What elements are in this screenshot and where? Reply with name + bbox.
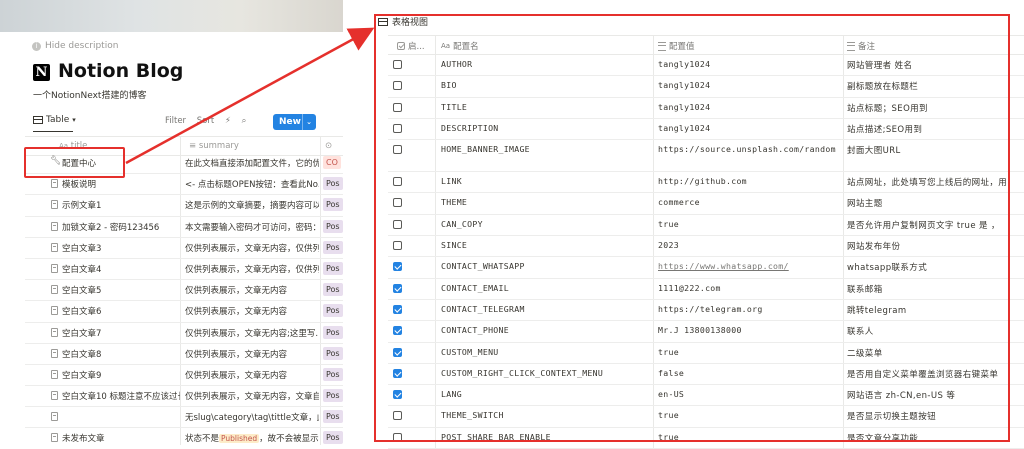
filter-button[interactable]: Filter [165,116,186,126]
row-summary: 无slug\category\tag\tittle文章，此... [185,413,319,424]
row-title[interactable]: 空白文章10 标题注意不应该过长... [62,390,180,402]
table-icon [33,116,43,124]
notion-database-panel: i Hide description N Notion Blog 一个Notio… [0,0,343,445]
row-type-tag: Pos [323,410,343,424]
status-badge: Published [219,434,260,444]
row-type-tag: Pos [323,198,343,212]
row-type-tag: Pos [323,240,343,254]
row-title[interactable]: 空白文章4 [62,263,180,275]
doc-icon [51,242,58,252]
hide-description-label: Hide description [45,41,119,51]
notion-logo-icon: N [33,64,50,81]
tab-table-view[interactable]: Table ▾ [33,115,76,125]
table-row[interactable]: 未发布文章 状态不是 Published ，故不会被显示 Pos [25,428,343,445]
highlight-box-config-center [24,147,125,178]
row-type-tag: Pos [323,261,343,275]
row-summary: 仅供列表展示，文章无内容，仅供列... [185,264,319,275]
row-title[interactable]: 示例文章1 [62,199,180,211]
table-row[interactable]: 加锁文章2 - 密码123456 本文需要输入密码才可访问，密码：... Pos [25,216,343,238]
doc-icon [51,306,58,316]
table-body: 🔧︎配置中心在此文档直接添加配置文件，它的优先...CO模板说明<- 点击标题O… [25,153,343,445]
sort-button[interactable]: Sort [197,116,214,126]
row-type-tag: CO [323,156,341,169]
row-summary: 本文需要输入密码才可访问，密码：... [185,222,319,233]
doc-icon [51,221,58,231]
row-summary: 仅供列表展示，文章无内容 [185,349,288,360]
table-row[interactable]: 示例文章1 这是示例的文章摘要，摘要内容可以... Pos [25,195,343,217]
search-icon[interactable]: ⌕ [242,116,247,126]
doc-icon [51,285,58,295]
new-button-label: New [279,117,301,127]
tab-table-label: Table [46,115,70,125]
doc-icon [51,348,58,358]
automation-icon[interactable]: ⚡ [225,116,231,126]
page-description: 一个NotionNext搭建的博客 [33,91,147,101]
lines-icon: ≡ [189,141,197,151]
status-type-icon: ⊙ [325,141,333,151]
view-toolbar: Table ▾ Filter Sort ⚡ ⌕ New ⌄ [33,114,333,130]
doc-icon [51,327,58,337]
table-row[interactable]: 空白文章10 标题注意不应该过长... 仅供列表展示，文章无内容，文章自... Po… [25,386,343,408]
chevron-down-icon: ▾ [72,116,76,124]
row-summary: 仅供列表展示，文章无内容，文章自... [185,392,319,403]
row-title[interactable]: 加锁文章2 - 密码123456 [62,221,180,233]
row-title[interactable]: 模板说明 [62,178,180,190]
table-row[interactable]: 空白文章4 仅供列表展示，文章无内容，仅供列... Pos [25,258,343,281]
row-type-tag: Pos [323,325,343,339]
doc-icon [51,391,58,401]
row-title[interactable]: 空白文章9 [62,369,180,381]
row-title[interactable]: 空白文章3 [62,242,180,254]
new-button[interactable]: New ⌄ [273,114,316,130]
table-row[interactable]: 空白文章5 仅供列表展示，文章无内容 Pos [25,280,343,302]
page-title: Notion Blog [58,60,184,82]
row-summary: <- 点击标题OPEN按钮：查看此No... [185,180,319,191]
row-type-tag: Pos [323,283,343,297]
row-type-tag: Pos [323,431,343,445]
table-row[interactable]: 空白文章6 仅供列表展示，文章无内容 Pos [25,301,343,323]
table-row[interactable]: 无slug\category\tag\tittle文章，此... Pos [25,407,343,429]
row-summary: 仅供列表展示，文章无内容 [185,286,288,297]
cover-banner [0,0,343,32]
row-summary: 仅供列表展示，文章无内容 [185,307,288,318]
active-tab-indicator [33,131,73,132]
row-title[interactable]: 未发布文章 [62,432,180,444]
row-title[interactable]: 空白文章5 [62,284,180,296]
row-type-tag: Pos [323,177,343,191]
row-title[interactable]: 空白文章7 [62,327,180,339]
row-type-tag: Pos [323,304,343,318]
info-icon: i [32,41,41,51]
hide-description-toggle[interactable]: i Hide description [32,41,118,51]
row-type-tag: Pos [323,219,343,233]
row-title[interactable]: 空白文章6 [62,305,180,317]
row-summary: 仅供列表展示，文章无内容;这里写... [185,328,319,339]
doc-icon [51,412,58,422]
table-row[interactable]: 空白文章9 仅供列表展示，文章无内容 Pos [25,364,343,387]
doc-icon [51,263,58,273]
row-summary: 在此文档直接添加配置文件，它的优先... [185,159,319,169]
doc-icon [51,369,58,379]
row-summary: 仅供列表展示，文章无内容 [185,370,288,381]
doc-icon [51,200,58,210]
row-title[interactable]: 空白文章8 [62,348,180,360]
highlight-box-config-table [374,14,1010,442]
chevron-down-icon[interactable]: ⌄ [302,114,312,130]
column-header-summary[interactable]: ≡ summary [189,141,239,151]
table-row[interactable]: 空白文章3 仅供列表展示，文章无内容，仅供列... Pos [25,237,343,259]
row-type-tag: Pos [323,389,343,403]
row-type-tag: Pos [323,346,343,360]
table-row[interactable]: 空白文章7 仅供列表展示，文章无内容;这里写... Pos [25,322,343,344]
row-summary: 仅供列表展示，文章无内容，仅供列... [185,243,319,254]
row-summary: 这是示例的文章摘要，摘要内容可以... [185,201,319,212]
row-type-tag: Pos [323,367,343,381]
doc-icon [51,179,58,189]
row-summary: 状态不是 Published ，故不会被显示 [185,434,319,445]
table-row[interactable]: 空白文章8 仅供列表展示，文章无内容 Pos [25,343,343,365]
doc-icon [51,433,58,443]
